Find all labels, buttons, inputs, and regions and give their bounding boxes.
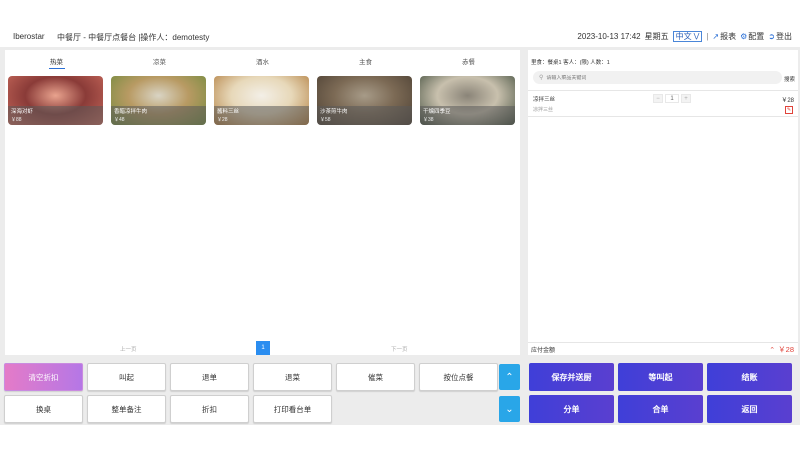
chevron-up-icon: ⌃	[505, 371, 514, 383]
quantity-value: 1	[665, 94, 679, 103]
scroll-up-button[interactable]: ⌃	[499, 364, 520, 390]
checkout-button[interactable]: 结账	[707, 363, 792, 391]
scroll-down-button[interactable]: ⌄	[499, 396, 520, 422]
order-by-seat-button[interactable]: 按位点餐	[419, 363, 498, 391]
settings-icon: ⚙	[740, 32, 748, 41]
chart-icon: ↗	[712, 32, 720, 41]
wait-call-button[interactable]: 等叫起	[618, 363, 703, 391]
prev-page-button[interactable]: 上一页	[120, 345, 137, 353]
language-value: 中文	[675, 32, 692, 41]
tab-category[interactable]: 赤餐	[417, 56, 520, 70]
save-send-kitchen-button[interactable]: 保存并送厨	[529, 363, 614, 391]
split-order-button[interactable]: 分单	[529, 395, 614, 423]
dish-name: 干煸四季豆	[423, 109, 451, 115]
dish-name: 酱料三丝	[217, 109, 240, 115]
dish-name: 深海对虾	[11, 109, 34, 115]
divider: |	[706, 32, 709, 41]
page-number-button[interactable]: 1	[256, 341, 270, 355]
action-buttons-row1: 保存并送厨 等叫起 结账	[529, 363, 792, 391]
order-item-detail: 凉拌三丝	[533, 107, 554, 113]
edit-icon[interactable]: ✎	[785, 106, 793, 114]
search-icon: ⚲	[539, 75, 544, 81]
menu-panel: 热菜 凉菜 酒水 主食 赤餐 深海对虾 ￥88 香醋凉拌牛肉 ￥48 酱料三丝 …	[5, 50, 520, 355]
dish-search-input[interactable]	[546, 74, 767, 81]
chevron-down-icon: ⌄	[505, 403, 514, 415]
dish-price: ￥58	[320, 117, 331, 123]
dish-card[interactable]: 酱料三丝 ￥28	[214, 76, 309, 125]
increase-button[interactable]: +	[681, 94, 691, 103]
tab-category[interactable]: 热菜	[5, 56, 108, 70]
table-info: 里食：餐桌1 客人：(限) 人数：1	[531, 60, 610, 66]
rush-dish-button[interactable]: 催菜	[336, 363, 415, 391]
return-dish-button[interactable]: 退菜	[253, 363, 332, 391]
logout-icon: ➲	[768, 32, 775, 41]
chevron-up-icon: ⌃	[769, 346, 776, 354]
dish-price: ￥88	[11, 117, 22, 123]
hold-button[interactable]: 叫起	[87, 363, 166, 391]
dish-card[interactable]: 干煸四季豆 ￥38	[420, 76, 515, 125]
merge-order-button[interactable]: 合单	[618, 395, 703, 423]
cancel-order-button[interactable]: 退单	[170, 363, 249, 391]
tab-category[interactable]: 主食	[314, 56, 417, 70]
dish-search-box: ⚲	[533, 71, 782, 84]
datetime: 2023-10-13 17:42	[577, 32, 641, 41]
print-table-bill-button[interactable]: 打印看台单	[253, 395, 332, 423]
category-tabs: 热菜 凉菜 酒水 主食 赤餐	[5, 56, 520, 70]
quantity-stepper: − 1 +	[653, 94, 691, 103]
tab-category[interactable]: 凉菜	[108, 56, 211, 70]
dish-card[interactable]: 深海对虾 ￥88	[8, 76, 103, 125]
chevron-down-icon: ⋁	[693, 33, 700, 40]
tab-category[interactable]: 酒水	[211, 56, 314, 70]
dish-card[interactable]: 香醋凉拌牛肉 ￥48	[111, 76, 206, 125]
order-item-price: ￥28	[781, 98, 794, 104]
search-button[interactable]: 搜索	[784, 75, 795, 83]
report-label: 报表	[720, 32, 737, 41]
function-buttons-row2: 换桌 整单备注 折扣 打印看台单	[4, 395, 332, 423]
dish-card[interactable]: 沙茶煎牛肉 ￥58	[317, 76, 412, 125]
change-table-button[interactable]: 换桌	[4, 395, 83, 423]
divider	[528, 116, 798, 117]
divider	[528, 90, 798, 91]
logout-label: 登出	[776, 32, 792, 41]
pagination: 上一页 1 下一页	[5, 341, 520, 355]
language-select[interactable]: 中文 ⋁	[672, 31, 703, 42]
clear-discount-button[interactable]: 清空折扣	[4, 363, 83, 391]
dish-price: ￥28	[217, 117, 228, 123]
function-buttons-row1: 清空折扣 叫起 退单 退菜 催菜 按位点餐	[4, 363, 498, 391]
discount-button[interactable]: 折扣	[170, 395, 249, 423]
action-buttons-row2: 分单 合单 返回	[529, 395, 792, 423]
back-button[interactable]: 返回	[707, 395, 792, 423]
order-note-button[interactable]: 整单备注	[87, 395, 166, 423]
total-row: 应付金额 ⌃ ￥28	[528, 343, 798, 355]
top-right-area: 2023-10-13 17:42 星期五 中文 ⋁ | ↗ 报表 ⚙ 配置 ➲ …	[577, 31, 792, 42]
decrease-button[interactable]: −	[653, 94, 663, 103]
dish-price: ￥48	[114, 117, 125, 123]
report-link[interactable]: ↗ 报表	[712, 31, 736, 42]
order-item-name: 凉拌三丝	[533, 97, 556, 103]
settings-link[interactable]: ⚙ 配置	[740, 31, 764, 42]
weekday: 星期五	[644, 32, 669, 41]
logout-link[interactable]: ➲ 登出	[768, 31, 792, 42]
total-amount: ￥28	[778, 345, 794, 354]
main-content: 热菜 凉菜 酒水 主食 赤餐 深海对虾 ￥88 香醋凉拌牛肉 ￥48 酱料三丝 …	[0, 47, 800, 425]
top-bar: Iberostar 中餐厅 - 中餐厅点餐台 |操作人：demotesty 20…	[0, 0, 800, 47]
dish-name: 香醋凉拌牛肉	[114, 109, 148, 115]
order-panel: 里食：餐桌1 客人：(限) 人数：1 ⚲ 搜索 凉拌三丝 凉拌三丝 − 1 + …	[528, 50, 798, 355]
settings-label: 配置	[748, 32, 765, 41]
next-page-button[interactable]: 下一页	[391, 345, 408, 353]
total-value[interactable]: ⌃ ￥28	[769, 344, 794, 355]
dish-price: ￥38	[423, 117, 434, 123]
total-label: 应付金额	[531, 348, 556, 354]
brand-name: Iberostar	[13, 32, 45, 41]
dish-name: 沙茶煎牛肉	[320, 109, 348, 115]
dish-grid: 深海对虾 ￥88 香醋凉拌牛肉 ￥48 酱料三丝 ￥28 沙茶煎牛肉 ￥58 干…	[8, 76, 515, 125]
location-operator: 中餐厅 - 中餐厅点餐台 |操作人：demotesty	[57, 33, 210, 42]
